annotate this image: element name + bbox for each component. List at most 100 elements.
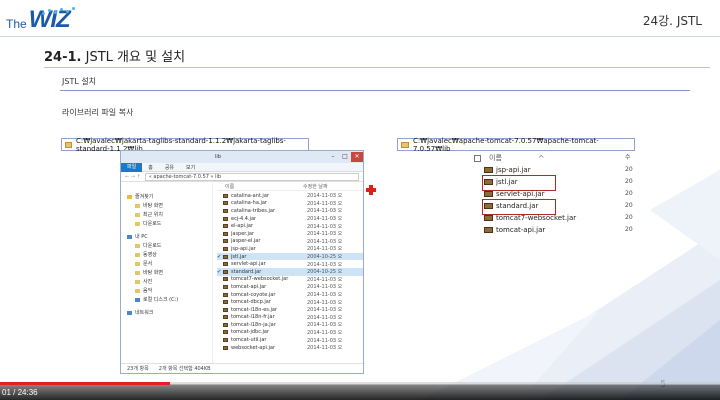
- breadcrumb[interactable]: « apache-tomcat-7.0.57 » lib: [144, 172, 359, 181]
- file-date: 2014-11-03 오: [307, 261, 343, 268]
- file-name: servlet-api.jar: [231, 261, 266, 268]
- folder-icon: [65, 141, 73, 148]
- file-name: tomcat-i18n-ja.jar: [231, 321, 276, 328]
- file-row[interactable]: tomcat-i18n-ja.jar 2014-11-03 오: [217, 321, 363, 329]
- dest-file-row[interactable]: tomcat7-websocket.jar: [474, 212, 634, 224]
- file-date: 2014-11-03 오: [307, 231, 343, 238]
- maximize-icon[interactable]: □: [339, 152, 351, 162]
- dest-file-row[interactable]: tomcat-api.jar: [474, 224, 634, 236]
- jar-file-icon: [223, 345, 228, 350]
- header-divider: [0, 36, 720, 37]
- ribbon-tab-share[interactable]: 공유: [159, 164, 180, 171]
- dest-file-date: 20: [625, 214, 633, 221]
- nav-item-label: 최근 위치: [143, 212, 163, 218]
- nav-item[interactable]: 내 PC: [127, 233, 212, 240]
- file-row[interactable]: tomcat-i18n-fr.jar 2014-11-03 오: [217, 314, 363, 322]
- file-name: catalina-ant.jar: [231, 192, 269, 199]
- dest-column-name[interactable]: 이름: [489, 153, 502, 163]
- jar-file-icon: [223, 292, 228, 297]
- file-name: catalina-ha.jar: [231, 200, 267, 207]
- file-name: tomcat-jdbc.jar: [231, 329, 270, 336]
- select-all-checkbox[interactable]: [474, 154, 481, 162]
- nav-item-label: 다운로드: [143, 243, 162, 249]
- file-row[interactable]: websocket-api.jar 2014-11-03 오: [217, 344, 363, 352]
- nav-arrows-icon[interactable]: ← → ↑: [125, 174, 141, 180]
- video-progress-bar[interactable]: [0, 382, 720, 385]
- file-date: 2014-11-03 오: [307, 193, 343, 200]
- file-name: tomcat-api.jar: [231, 283, 267, 290]
- file-date: 2014-11-03 오: [307, 223, 343, 230]
- ribbon-tab-home[interactable]: 홈: [142, 164, 159, 171]
- dest-path-bar[interactable]: C:₩javalec₩apache-tomcat-7.0.57₩apache-t…: [397, 137, 635, 153]
- nav-item-label: 즐겨찾기: [135, 194, 154, 200]
- nav-item[interactable]: 다운로드: [135, 220, 212, 227]
- dest-file-list: 이름 ^ jsp-api.jar jstl.jar servlet-api.jar s…: [474, 152, 634, 236]
- file-name: jstl.jar: [231, 253, 247, 260]
- file-row[interactable]: tomcat-jdbc.jar 2014-11-03 오: [217, 329, 363, 337]
- file-row[interactable]: tomcat-api.jar 2014-11-03 오: [217, 283, 363, 291]
- close-icon[interactable]: ✕: [351, 152, 363, 162]
- file-row[interactable]: ecj-4.4.jar 2014-11-03 오: [217, 215, 363, 223]
- dest-file-date: 20: [625, 166, 633, 173]
- jar-file-icon: [223, 193, 228, 198]
- video-time: 01 / 24:36: [2, 388, 38, 397]
- jar-file-icon: [223, 315, 228, 320]
- file-name: tomcat-i18n-fr.jar: [231, 314, 275, 321]
- nav-item-label: 로컬 디스크 (C:): [143, 297, 179, 303]
- file-row[interactable]: tomcat-util.jar 2014-11-03 오: [217, 336, 363, 344]
- file-row[interactable]: catalina-ant.jar 2014-11-03 오: [217, 192, 363, 200]
- ribbon-tab-view[interactable]: 보기: [180, 164, 201, 171]
- ribbon-tab-file[interactable]: 파일: [121, 162, 143, 172]
- dest-file-name: tomcat7-websocket.jar: [496, 214, 577, 222]
- nav-item[interactable]: 최근 위치: [135, 211, 212, 218]
- minimize-icon[interactable]: –: [327, 152, 339, 162]
- jar-file-icon: [223, 300, 228, 305]
- nav-item[interactable]: 사진: [135, 278, 212, 285]
- jar-file-icon: [223, 338, 228, 343]
- nav-item[interactable]: 바탕 화면: [135, 269, 212, 276]
- nav-item[interactable]: 바탕 화면: [135, 202, 212, 209]
- jar-file-icon: [223, 224, 228, 229]
- dest-file-row[interactable]: standard.jar: [474, 199, 634, 215]
- file-row[interactable]: tomcat-coyote.jar 2014-11-03 오: [217, 291, 363, 299]
- jar-file-icon: [223, 246, 228, 251]
- jar-file-icon: [223, 208, 228, 213]
- nav-item[interactable]: 즐겨찾기: [127, 193, 212, 200]
- folder-icon: [135, 288, 140, 293]
- file-date: 2014-11-03 오: [307, 200, 343, 207]
- dest-file-row[interactable]: jstl.jar: [474, 175, 634, 191]
- nav-item[interactable]: 네트워크: [127, 309, 212, 316]
- column-name[interactable]: 이름: [217, 183, 303, 190]
- jar-file-icon: [223, 269, 228, 274]
- file-row[interactable]: el-api.jar 2014-11-03 오: [217, 222, 363, 230]
- file-row[interactable]: tomcat-i18n-es.jar 2014-11-03 오: [217, 306, 363, 314]
- file-row[interactable]: ✔ jstl.jar 2004-10-25 오: [217, 252, 363, 261]
- nav-item-label: 네트워크: [135, 310, 154, 316]
- file-row[interactable]: tomcat-dbcp.jar 2014-11-03 오: [217, 298, 363, 306]
- dest-file-date: 20: [625, 178, 633, 185]
- file-list: 이름 수정한 날짜 catalina-ant.jar 2014-11-03 오 ca…: [213, 183, 363, 363]
- file-date: 2014-11-03 오: [307, 246, 343, 253]
- nav-item[interactable]: 음악: [135, 287, 212, 294]
- dest-file-name: tomcat-api.jar: [496, 226, 546, 234]
- sort-up-icon: ^: [537, 153, 545, 163]
- file-name: tomcat-coyote.jar: [231, 291, 276, 298]
- file-row[interactable]: jasper.jar 2014-11-03 오: [217, 230, 363, 238]
- nav-item[interactable]: 다운로드: [135, 242, 212, 249]
- nav-item[interactable]: 문서: [135, 260, 212, 267]
- file-row[interactable]: servlet-api.jar 2014-11-03 오: [217, 260, 363, 268]
- nav-item[interactable]: 동영상: [135, 251, 212, 258]
- file-row[interactable]: catalina-ha.jar 2014-11-03 오: [217, 200, 363, 208]
- file-row[interactable]: tomcat7-websocket.jar 2014-11-03 오: [217, 276, 363, 284]
- file-row[interactable]: catalina-tribes.jar 2014-11-03 오: [217, 207, 363, 215]
- nav-item[interactable]: 로컬 디스크 (C:): [135, 296, 212, 303]
- brand-logo: The WIZ: [6, 6, 75, 34]
- file-row[interactable]: jsp-api.jar 2014-11-03 오: [217, 245, 363, 253]
- file-row[interactable]: jasper-el.jar 2014-11-03 오: [217, 238, 363, 246]
- dest-column-date[interactable]: 수: [625, 152, 635, 164]
- column-date[interactable]: 수정한 날짜: [303, 183, 328, 190]
- jar-file-icon: [484, 203, 493, 209]
- explorer-window: lib – □ ✕ 파일 홈 공유 보기 ← → ↑ « apache-tomc…: [120, 150, 364, 374]
- file-row[interactable]: ✔ standard.jar 2004-10-25 오: [217, 267, 363, 276]
- file-name: websocket-api.jar: [231, 344, 276, 351]
